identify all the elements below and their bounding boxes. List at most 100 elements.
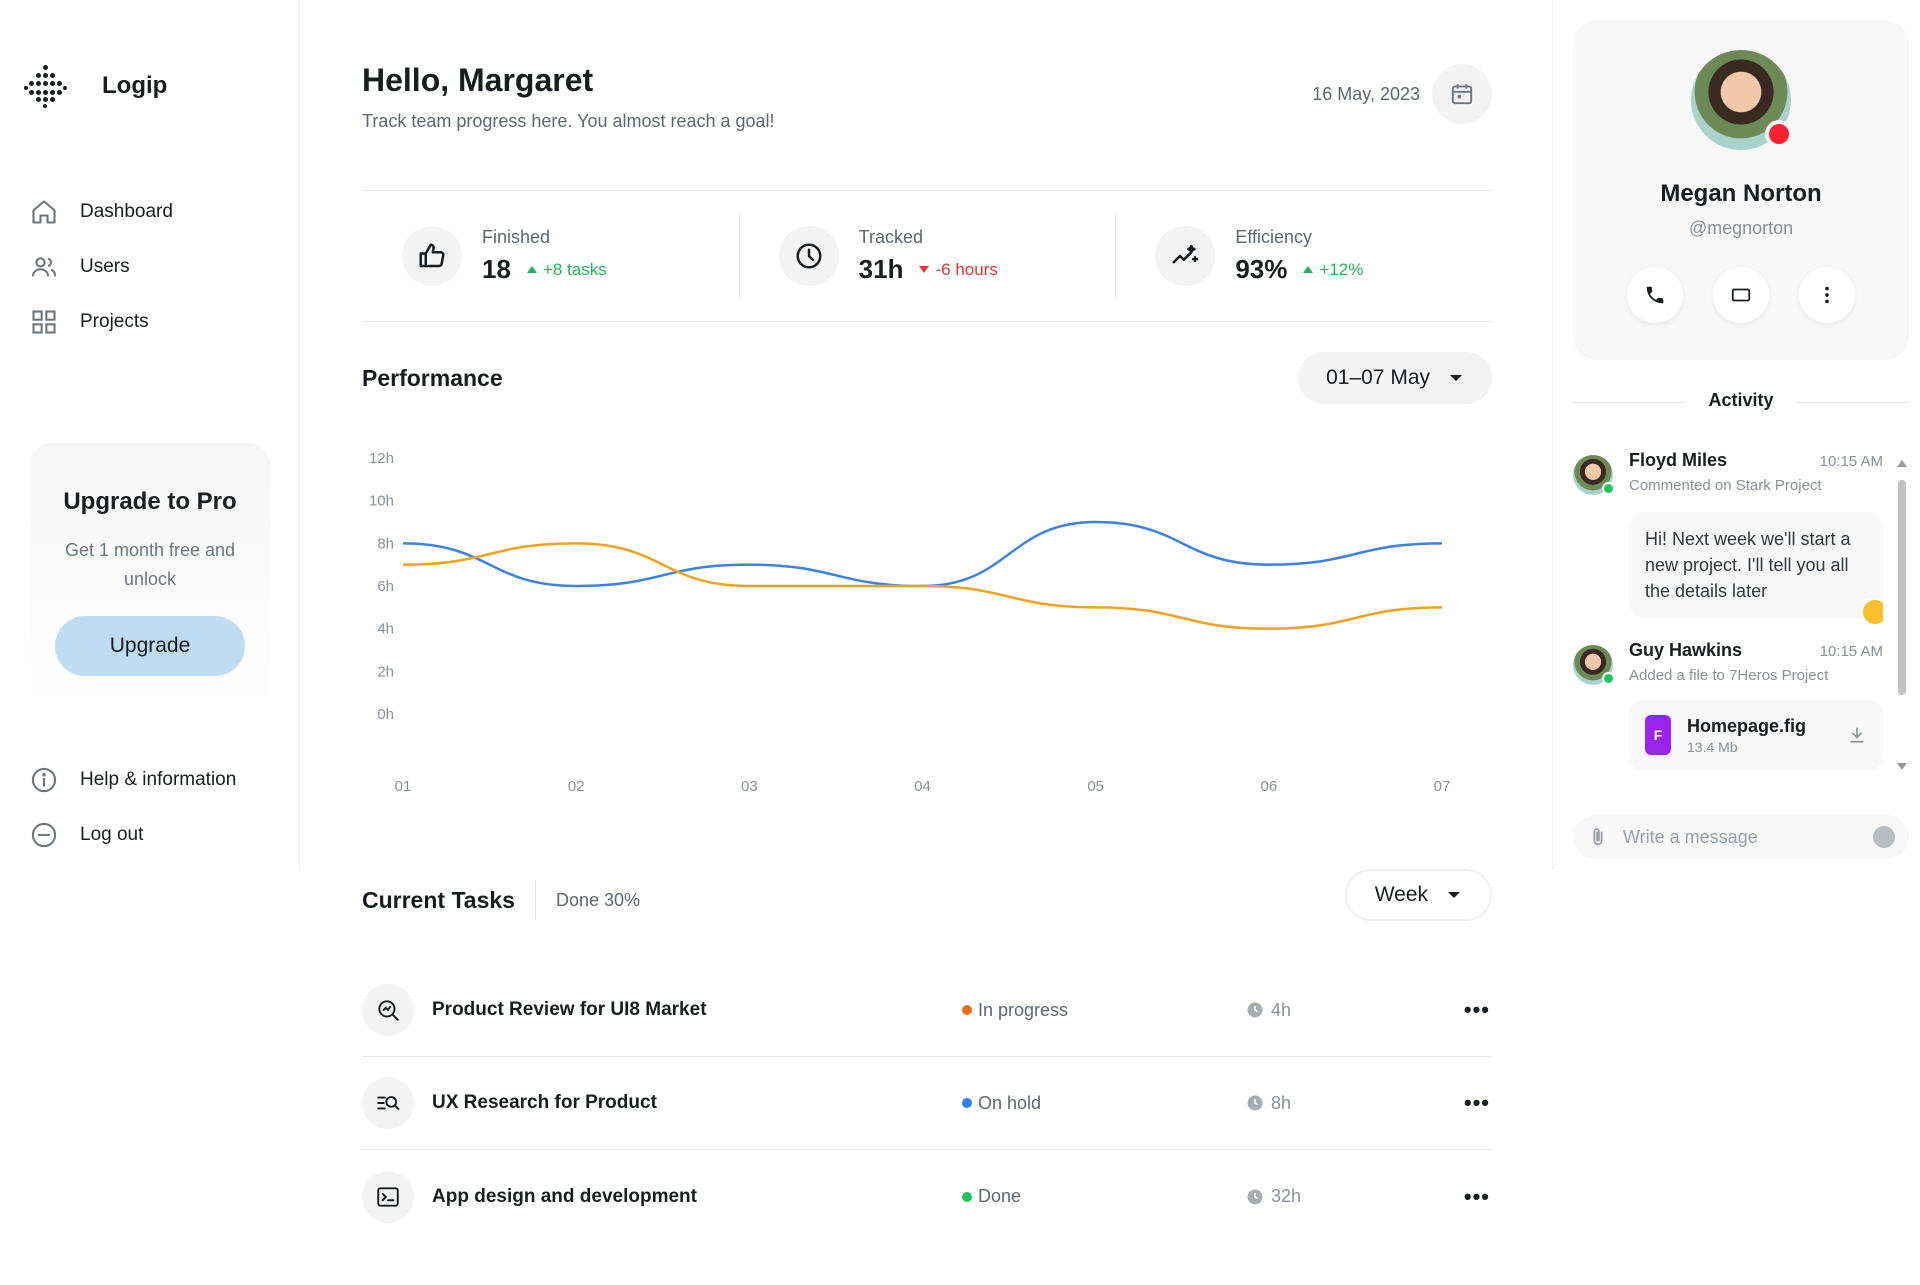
sidebar-item-dashboard[interactable]: Dashboard (30, 184, 173, 239)
greeting-block: Hello, Margaret Track team progress here… (362, 62, 775, 132)
task-name: App design and development (432, 1185, 697, 1207)
page-subtitle: Track team progress here. You almost rea… (362, 111, 775, 131)
paperclip-icon[interactable] (1587, 826, 1609, 848)
more-options-icon[interactable]: ••• (1464, 1184, 1490, 1210)
profile-name: Megan Norton (1660, 180, 1822, 207)
y-tick-label: 2h (377, 663, 394, 680)
emoji-icon[interactable] (1873, 826, 1895, 848)
file-attachment[interactable]: F Homepage.fig 13.4 Mb (1629, 700, 1883, 770)
stats-row: Finished 18 +8 tasks Tracked 31h -6 hour… (362, 190, 1492, 322)
clock-icon (1247, 1002, 1263, 1018)
avatar[interactable] (1573, 455, 1615, 495)
x-tick-label: 06 (1260, 778, 1277, 795)
tasks-done: Done 30% (555, 889, 641, 910)
stat-tracked: Tracked 31h -6 hours (738, 191, 1116, 321)
message-input[interactable] (1623, 826, 1859, 848)
stat-delta: +8 tasks (526, 260, 607, 280)
status-dot (962, 1098, 972, 1108)
secondary-nav: Help & information Log out (30, 752, 236, 862)
activity-user: Guy Hawkins (1629, 640, 1743, 660)
logout-icon (31, 822, 57, 847)
sidebar-item-label: Log out (80, 823, 144, 845)
task-row[interactable]: Product Review for UI8 Market In progres… (362, 964, 1492, 1057)
upgrade-card: Upgrade to Pro Get 1 month free and unlo… (30, 443, 270, 708)
scrollbar-thumb[interactable] (1898, 480, 1906, 695)
stat-value: 93% (1235, 254, 1288, 284)
task-status: Done (962, 1186, 1021, 1207)
clock-icon (796, 243, 822, 269)
task-row[interactable]: UX Research for Product On hold 8h ••• (362, 1057, 1492, 1150)
video-button[interactable] (1713, 267, 1769, 323)
scroll-up-icon[interactable] (1897, 460, 1907, 467)
avatar[interactable] (1573, 645, 1615, 685)
stat-icon-wrap (1155, 226, 1216, 286)
more-button[interactable] (1799, 267, 1855, 323)
sidebar-item-logout[interactable]: Log out (30, 807, 236, 862)
grid-icon (32, 309, 56, 334)
avatar[interactable] (1691, 50, 1793, 150)
main-nav: Dashboard Users Projects (30, 184, 173, 349)
sidebar: Logip Dashboard Users Projects Upgrade t… (0, 0, 300, 870)
trend-up-icon (526, 266, 537, 273)
series-line-1 (402, 520, 1443, 588)
task-time: 4h (1247, 1000, 1291, 1021)
scroll-down-icon[interactable] (1897, 763, 1907, 770)
more-options-icon[interactable]: ••• (1464, 1090, 1490, 1116)
sidebar-item-label: Dashboard (80, 200, 173, 222)
clock-icon (1247, 1189, 1263, 1204)
y-tick-label: 12h (369, 450, 394, 467)
users-icon (31, 256, 57, 276)
task-status: In progress (962, 1000, 1068, 1021)
logo[interactable]: Logip (24, 64, 167, 108)
right-panel: Megan Norton @megnorton Activity Floyd M… (1552, 0, 1920, 870)
task-row[interactable]: App design and development Done 32h ••• (362, 1150, 1492, 1243)
phone-icon (1646, 286, 1664, 304)
stat-value: 31h (858, 254, 904, 284)
stat-efficiency: Efficiency 93% +12% (1115, 191, 1492, 321)
more-options-icon[interactable]: ••• (1464, 997, 1490, 1023)
activity-feed: Floyd Miles 10:15 AM Commented on Stark … (1573, 450, 1883, 775)
activity-description: Added a file to 7Heros Project (1629, 667, 1829, 684)
task-icon-wrap (362, 984, 414, 1036)
activity-item: Floyd Miles 10:15 AM Commented on Stark … (1573, 450, 1883, 626)
stat-icon-wrap (402, 226, 462, 286)
activity-scrollbar[interactable] (1895, 460, 1909, 770)
y-tick-label: 10h (369, 493, 394, 510)
download-icon[interactable] (1847, 725, 1867, 745)
upgrade-text: Get 1 month free and unlock (64, 540, 236, 589)
terminal-icon (377, 1186, 399, 1207)
clock-icon (1247, 1095, 1263, 1111)
activity-time: 10:15 AM (1819, 643, 1883, 660)
task-time: 8h (1247, 1093, 1291, 1114)
task-name: Product Review for UI8 Market (432, 999, 707, 1020)
upgrade-button[interactable]: Upgrade (55, 616, 245, 676)
sidebar-item-users[interactable]: Users (30, 239, 173, 294)
tasks-title: Current Tasks (362, 880, 536, 920)
date-range-select[interactable]: 01–07 May (1298, 352, 1492, 404)
calendar-button[interactable] (1432, 64, 1492, 124)
home-icon (32, 199, 56, 224)
status-dot (962, 1191, 972, 1202)
sidebar-item-projects[interactable]: Projects (30, 294, 173, 349)
x-tick-label: 01 (395, 778, 412, 795)
period-value: Week (1374, 883, 1428, 906)
y-tick-label: 0h (377, 706, 394, 723)
stat-finished: Finished 18 +8 tasks (362, 191, 739, 321)
stat-value: 18 (482, 254, 511, 284)
call-button[interactable] (1627, 267, 1683, 323)
chevron-down-icon (1448, 892, 1460, 898)
profile-card: Megan Norton @megnorton (1573, 20, 1909, 360)
sidebar-item-label: Help & information (80, 768, 237, 790)
sparkle-trend-icon (1172, 244, 1199, 264)
comment-bubble: Hi! Next week we'll start a new project.… (1629, 512, 1883, 626)
task-time: 32h (1247, 1186, 1301, 1207)
activity-time: 10:15 AM (1819, 453, 1883, 470)
x-tick-label: 03 (741, 778, 758, 795)
x-tick-label: 02 (568, 778, 585, 795)
sidebar-item-help[interactable]: Help & information (30, 752, 236, 807)
file-name: Homepage.fig (1687, 715, 1807, 736)
reaction-emoji-icon[interactable] (1861, 598, 1883, 626)
period-select[interactable]: Week (1344, 869, 1492, 921)
performance-chart: 0h 2h 4h 6h 8h 10h 12h 01 02 03 04 05 06 07 (369, 450, 1450, 795)
screen-icon (1731, 288, 1751, 302)
